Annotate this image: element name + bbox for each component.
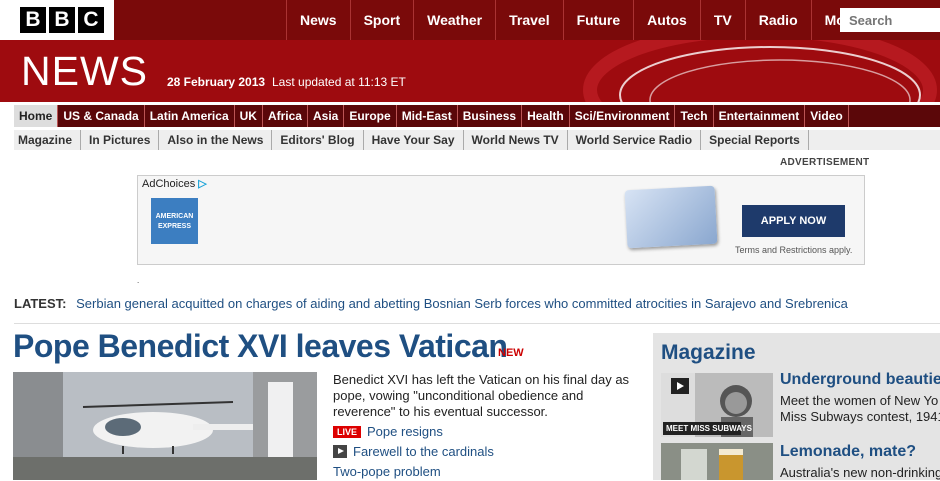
magazine-text: Meet the women of New Yo (780, 393, 939, 408)
news-wordmark[interactable]: NEWS (21, 48, 148, 95)
magazine-story-image[interactable]: MEET MISS SUBWAYS (661, 373, 773, 437)
story-summary: Benedict XVI has left the Vatican on his… (333, 372, 630, 419)
subnav-have-your-say[interactable]: Have Your Say (368, 130, 464, 150)
nav-health[interactable]: Health (522, 105, 570, 127)
ad-terms: Terms and Restrictions apply. (735, 245, 853, 255)
nav-business[interactable]: Business (458, 105, 523, 127)
nav-entertainment[interactable]: Entertainment (714, 105, 806, 127)
bbc-logo[interactable]: B B C (20, 7, 104, 33)
magazine-story-image[interactable] (661, 443, 773, 480)
subnav-in-pictures[interactable]: In Pictures (85, 130, 160, 150)
subnav-magazine[interactable]: Magazine (14, 130, 82, 150)
top-nav-radio[interactable]: Radio (744, 0, 811, 40)
masthead-updated: Last updated at 11:13 ET (272, 75, 406, 89)
top-bar: B B C News Sport Weather Travel Future A… (0, 0, 940, 40)
nav-tech[interactable]: Tech (675, 105, 714, 127)
adchoices-icon: ▷ (198, 178, 207, 190)
new-badge: NEW (498, 347, 524, 359)
swoosh-graphic (583, 40, 937, 102)
logo-letter: B (49, 7, 75, 33)
adchoices-label: AdChoices (142, 178, 196, 190)
advertisement-label: ADVERTISEMENT (780, 157, 870, 168)
bbc-logo-area: B B C (0, 0, 114, 40)
related-link-label: Farewell to the cardinals (353, 444, 494, 459)
credit-card-image (624, 185, 718, 249)
video-play-icon (333, 445, 347, 458)
adchoices-link[interactable]: AdChoices ▷ (142, 177, 207, 190)
magazine-text: Miss Subways contest, 1941 (780, 409, 940, 424)
magazine-title[interactable]: Magazine (661, 341, 756, 365)
latest-link[interactable]: Serbian general acquitted on charges of … (76, 296, 848, 311)
nav-us-canada[interactable]: US & Canada (58, 105, 145, 127)
live-badge: LIVE (333, 425, 362, 438)
story-photo[interactable] (13, 372, 317, 480)
top-nav-tv[interactable]: TV (699, 0, 745, 40)
related-link-video[interactable]: Farewell to the cardinals (333, 444, 494, 459)
nav-asia[interactable]: Asia (308, 105, 345, 127)
top-nav-weather[interactable]: Weather (413, 0, 495, 40)
nav-africa[interactable]: Africa (263, 105, 308, 127)
apply-now-button[interactable]: APPLY NOW (742, 205, 845, 237)
divider (14, 323, 940, 324)
masthead: NEWS 28 February 2013 Last updated at 11… (0, 40, 940, 102)
nav-mid-east[interactable]: Mid-East (397, 105, 458, 127)
latest-label: LATEST: (14, 296, 67, 311)
nav-video[interactable]: Video (805, 105, 849, 127)
logo-letter: C (78, 7, 104, 33)
latest-ticker: LATEST: Serbian general acquitted on cha… (14, 296, 848, 311)
nav-latin-america[interactable]: Latin America (145, 105, 235, 127)
divider-dot: . (137, 276, 140, 285)
related-link-live[interactable]: LIVE Pope resigns (333, 424, 443, 439)
primary-nav: Home US & Canada Latin America UK Africa… (14, 105, 940, 127)
magazine-headline[interactable]: Underground beautie (780, 371, 940, 389)
subnav-world-news-tv[interactable]: World News TV (468, 130, 568, 150)
top-nav-travel[interactable]: Travel (495, 0, 562, 40)
nav-home[interactable]: Home (14, 105, 59, 127)
subnav-also-in-news[interactable]: Also in the News (163, 130, 273, 150)
top-nav: News Sport Weather Travel Future Autos T… (286, 0, 883, 40)
subnav-editors-blog[interactable]: Editors' Blog (276, 130, 364, 150)
secondary-nav: Magazine In Pictures Also in the News Ed… (14, 130, 940, 150)
masthead-date: 28 February 2013 (167, 75, 266, 89)
magazine-text: Australia's new non-drinking (780, 465, 940, 480)
magazine-headline[interactable]: Lemonade, mate? (780, 443, 916, 461)
subnav-special-reports[interactable]: Special Reports (705, 130, 809, 150)
top-nav-future[interactable]: Future (562, 0, 634, 40)
top-nav-sport[interactable]: Sport (349, 0, 414, 40)
related-link[interactable]: Two-pope problem (333, 464, 441, 479)
nav-sci-environment[interactable]: Sci/Environment (570, 105, 676, 127)
top-nav-news[interactable]: News (286, 0, 350, 40)
lemonade-image (661, 443, 773, 480)
magazine-panel: Magazine MEET MISS SUBWAYS Underground b… (653, 333, 940, 480)
search-input[interactable] (840, 8, 940, 32)
helicopter-photo (13, 372, 317, 480)
image-caption: MEET MISS SUBWAYS (666, 424, 752, 433)
top-nav-autos[interactable]: Autos (633, 0, 700, 40)
nav-uk[interactable]: UK (235, 105, 263, 127)
main-headline[interactable]: Pope Benedict XVI leaves Vatican (13, 328, 508, 365)
logo-letter: B (20, 7, 46, 33)
subnav-world-service-radio[interactable]: World Service Radio (572, 130, 702, 150)
related-link-label: Two-pope problem (333, 464, 441, 479)
related-link-label: Pope resigns (367, 424, 443, 439)
nav-europe[interactable]: Europe (344, 105, 397, 127)
amex-logo: AMERICAN EXPRESS (151, 198, 198, 244)
advert-banner[interactable]: AdChoices ▷ AMERICAN EXPRESS APPLY NOW T… (137, 175, 865, 265)
